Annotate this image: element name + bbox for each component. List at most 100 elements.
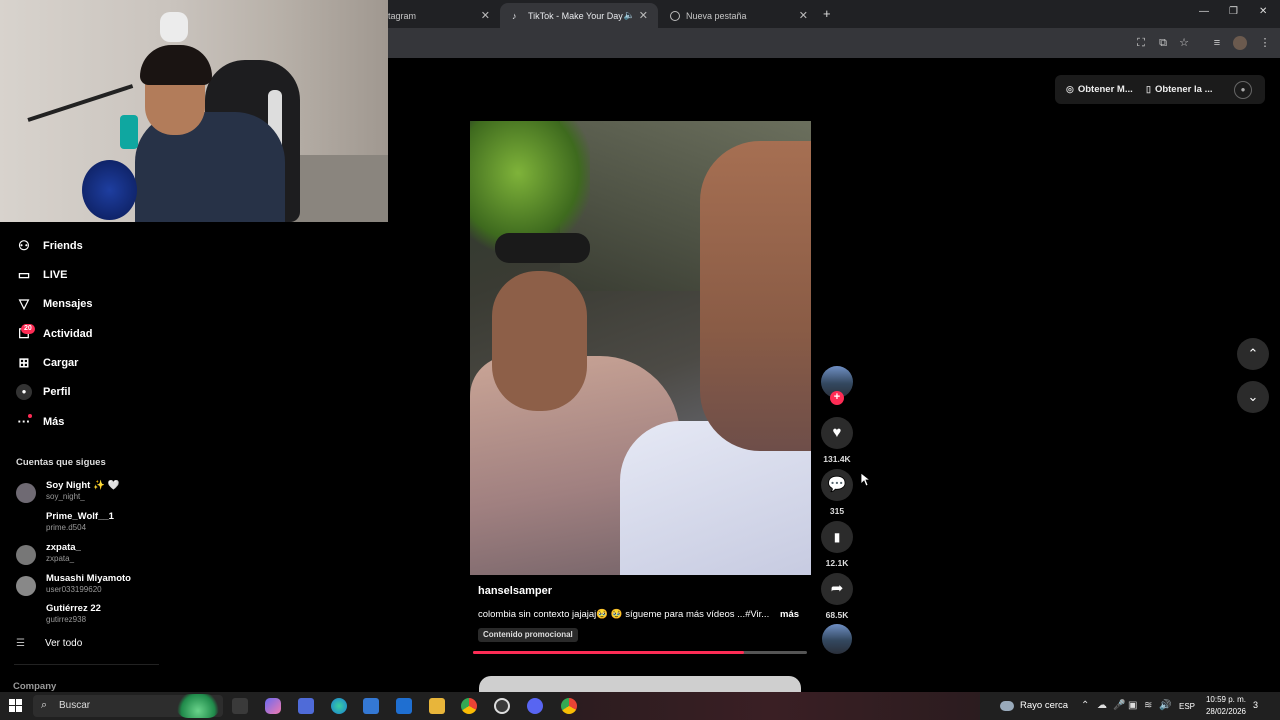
close-tab-icon[interactable]: ✕ — [481, 9, 490, 22]
display-icon[interactable]: ▣ — [1128, 700, 1137, 711]
comment-button[interactable]: 💬 — [821, 469, 853, 501]
restore-button[interactable]: ❐ — [1229, 6, 1238, 17]
chrome-active-icon[interactable] — [561, 698, 577, 714]
save-button[interactable]: ▮ — [821, 521, 853, 553]
translate-icon[interactable]: ⛶ — [1134, 36, 1148, 50]
language-indicator[interactable]: ESP — [1179, 702, 1195, 711]
heart-icon: ♥ — [832, 424, 842, 441]
share-button[interactable]: ➦ — [821, 573, 853, 605]
app-blue-icon[interactable] — [298, 698, 314, 714]
edge-icon[interactable] — [331, 698, 347, 714]
sidebar-item-live[interactable]: ▭ LIVE — [16, 265, 68, 285]
video-player[interactable] — [470, 121, 811, 575]
chrome-icon[interactable] — [461, 698, 477, 714]
share-arrow-icon: ➦ — [830, 580, 844, 597]
coin-icon: ◎ — [1066, 84, 1074, 94]
onedrive-icon[interactable]: ☁ — [1097, 700, 1107, 711]
sidebar-item-label: Cargar — [43, 357, 79, 369]
discord-icon[interactable] — [527, 698, 543, 714]
sidebar-item-label: Perfil — [43, 386, 71, 398]
sidebar-item-more[interactable]: ··· Más — [16, 412, 65, 432]
sidebar-item-label: Friends — [43, 240, 83, 252]
company-heading: Company — [13, 681, 57, 692]
reading-list-icon[interactable]: ≡ — [1210, 36, 1224, 50]
bookmark-star-icon[interactable]: ☆ — [1177, 36, 1191, 50]
tab-tiktok[interactable]: ♪ TikTok - Make Your Day 🔈 ✕ — [500, 3, 658, 28]
close-window-button[interactable]: ✕ — [1259, 6, 1267, 17]
friends-icon: ⚇ — [18, 238, 30, 253]
new-tab-button[interactable]: + — [823, 6, 831, 21]
chevron-up-icon: ⌃ — [1247, 346, 1259, 361]
caption-more-link[interactable]: más — [780, 609, 799, 620]
chevron-up-tray-icon[interactable]: ⌃ — [1081, 700, 1089, 711]
file-explorer-icon[interactable] — [429, 698, 445, 714]
microphone-icon[interactable]: 🎤 — [1113, 700, 1125, 711]
user-avatar-icon[interactable]: ● — [1234, 81, 1252, 99]
mail-icon[interactable] — [396, 698, 412, 714]
follow-plus-icon[interactable]: + — [830, 391, 844, 405]
menu-kebab-icon[interactable]: ⋮ — [1258, 36, 1272, 50]
tab-instagram[interactable]: tagram ✕ — [376, 3, 500, 28]
previous-video-button[interactable]: ⌃ — [1237, 338, 1269, 370]
account-name: Gutiérrez 22 — [46, 603, 101, 614]
save-count: 12.1K — [825, 558, 849, 568]
sidebar-item-label: LIVE — [43, 269, 68, 281]
promo-tag: Contenido promocional — [478, 628, 578, 642]
account-name: Musashi Miyamoto — [46, 573, 131, 584]
video-progress-bar[interactable] — [473, 651, 807, 654]
volume-icon[interactable]: 🔊 — [1159, 700, 1171, 711]
tab-label: Nueva pestaña — [686, 10, 747, 21]
sidebar-item-friends[interactable]: ⚇ Friends — [16, 236, 83, 256]
get-app-label: Obtener la ... — [1154, 84, 1213, 95]
weather-label: Rayo cerca — [1020, 700, 1069, 711]
account-username: gutirrez938 — [46, 615, 87, 624]
get-coins-button[interactable]: ◎ Obtener M... — [1066, 84, 1133, 95]
clock-time[interactable]: 10:59 p. m. — [1196, 695, 1246, 704]
obs-icon[interactable] — [494, 698, 510, 714]
next-video-button[interactable]: ⌄ — [1237, 381, 1269, 413]
task-view-icon[interactable] — [232, 698, 248, 714]
copilot-icon[interactable] — [265, 698, 281, 714]
search-icon: ⌕ — [41, 699, 48, 711]
avatar — [16, 514, 36, 534]
get-app-button[interactable]: ▯ Obtener la ... — [1146, 84, 1213, 95]
notification-icon[interactable]: 3 — [1253, 700, 1267, 712]
account-username: zxpata_ — [46, 554, 75, 563]
cast-icon[interactable]: ⧉ — [1156, 36, 1170, 50]
tab-new-tab[interactable]: Nueva pestaña ✕ — [658, 3, 818, 28]
wifi-icon[interactable]: ≋ — [1144, 700, 1152, 711]
profile-avatar-icon[interactable] — [1233, 36, 1247, 50]
avatar — [16, 576, 36, 596]
speaker-icon[interactable]: 🔈 — [624, 10, 635, 21]
sidebar-item-label: Mensajes — [43, 298, 93, 310]
sidebar-item-upload[interactable]: ⊞ Cargar — [16, 353, 79, 373]
messages-icon: ▽ — [19, 296, 29, 311]
video-scene-leaves — [470, 121, 590, 251]
music-disc-icon[interactable] — [822, 624, 852, 654]
account-username: user033199620 — [46, 585, 102, 594]
tiktok-icon: ♪ — [512, 10, 517, 21]
sidebar-item-messages[interactable]: ▽ Mensajes — [16, 294, 93, 314]
minimize-button[interactable]: — — [1199, 6, 1209, 17]
account-name: zxpata_ — [46, 542, 81, 553]
more-notification-dot — [28, 414, 32, 418]
sidebar-item-profile[interactable]: ● Perfil — [16, 382, 71, 402]
close-tab-icon[interactable]: ✕ — [799, 9, 808, 22]
chrome-icon — [670, 10, 680, 21]
video-progress-fill — [473, 651, 744, 654]
see-all-link[interactable]: ☰ Ver todo — [16, 638, 82, 649]
webcam-bed — [288, 155, 388, 222]
clock-date[interactable]: 28/02/2026 — [1196, 707, 1246, 716]
like-button[interactable]: ♥ — [821, 417, 853, 449]
store-icon[interactable] — [363, 698, 379, 714]
weather-widget[interactable]: Rayo cerca — [1000, 700, 1068, 711]
close-tab-icon[interactable]: ✕ — [639, 9, 648, 22]
video-author[interactable]: hanselsamper — [478, 585, 552, 597]
webcam-fan — [82, 160, 137, 220]
profile-icon: ● — [16, 384, 32, 400]
mouse-cursor-icon — [861, 473, 871, 487]
windows-start-icon[interactable] — [9, 699, 23, 713]
share-count: 68.5K — [825, 610, 849, 620]
comment-count: 315 — [829, 506, 845, 516]
phone-icon: ▯ — [1146, 84, 1151, 94]
